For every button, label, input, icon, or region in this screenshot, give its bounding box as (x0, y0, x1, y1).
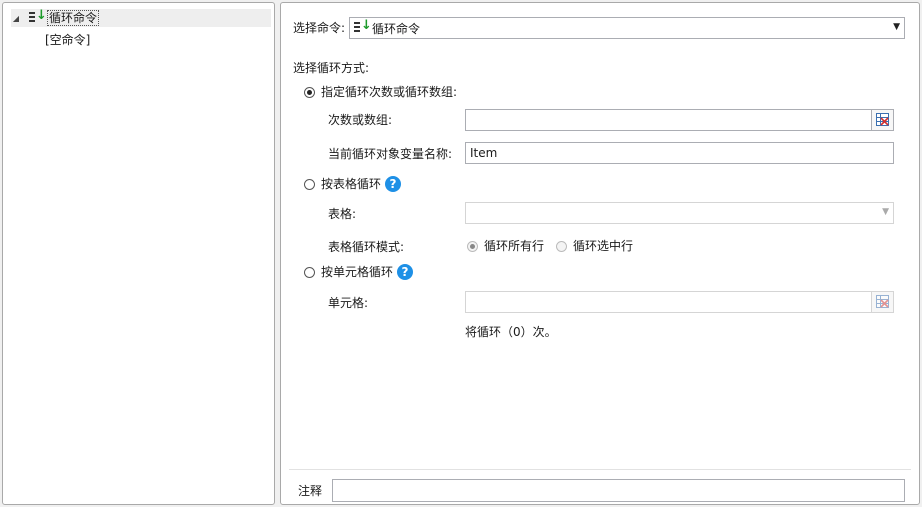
loop-mode-section-label: 选择循环方式: (293, 61, 370, 75)
notes-input[interactable] (332, 479, 905, 502)
loop-variable-input[interactable]: Item (465, 142, 894, 164)
select-command-label: 选择命令: (293, 21, 346, 35)
chevron-down-icon: ▼ (893, 22, 900, 32)
tree-item-label: 循环命令 (47, 10, 100, 26)
loop-command-icon: ↓ (354, 19, 372, 35)
cell-picker-icon (876, 295, 889, 308)
loop-by-count-radio[interactable]: 指定循环次数或循环数组: (304, 84, 457, 100)
command-tree-panel: ◢ ↓ 循环命令 [空命令] (2, 2, 275, 505)
divider (289, 469, 911, 470)
command-properties-panel: 选择命令: ↓ 循环命令 ▼ 选择循环方式: 指定循环次数或循环数组: 次数或数… (280, 2, 920, 505)
tree-item-label: [空命令] (45, 32, 91, 47)
radio-indicator[interactable] (556, 240, 567, 252)
loop-by-cell-label: 按单元格循环 (321, 265, 394, 279)
mode-selected-rows-label: 循环选中行 (573, 239, 634, 253)
tree-item-empty-command[interactable]: [空命令] (45, 30, 90, 48)
mode-all-rows-label: 循环所有行 (484, 239, 545, 253)
cell-label: 单元格: (328, 296, 369, 310)
loop-by-cell-radio[interactable]: 按单元格循环 ? (304, 264, 414, 280)
count-or-array-label: 次数或数组: (328, 113, 393, 127)
loop-by-count-label: 指定循环次数或循环数组: (321, 85, 458, 99)
loop-by-table-label: 按表格循环 (321, 177, 382, 191)
loop-variable-value: Item (470, 146, 498, 160)
loop-variable-label: 当前循环对象变量名称: (328, 147, 453, 161)
mode-selected-rows-radio[interactable]: 循环选中行 (556, 238, 633, 254)
radio-indicator[interactable] (304, 266, 315, 278)
table-loop-mode-label: 表格循环模式: (328, 240, 405, 254)
command-select-value: 循环命令 (372, 21, 421, 36)
mode-all-rows-radio[interactable]: 循环所有行 (467, 238, 544, 254)
loop-count-summary: 将循环（0）次。 (465, 325, 557, 339)
radio-indicator[interactable] (304, 178, 315, 190)
table-label: 表格: (328, 207, 357, 221)
count-or-array-input[interactable] (465, 109, 894, 131)
tree-item-loop-command[interactable]: ◢ ↓ 循环命令 (11, 9, 271, 27)
formula-picker-button[interactable] (871, 110, 893, 130)
loop-command-icon: ↓ (29, 9, 47, 25)
loop-by-table-radio[interactable]: 按表格循环 ? (304, 176, 402, 192)
help-icon[interactable]: ? (385, 176, 402, 192)
table-select[interactable]: ▼ (465, 202, 894, 224)
notes-label: 注释 (298, 484, 323, 498)
cell-input[interactable] (465, 291, 894, 313)
chevron-down-icon: ▼ (882, 207, 889, 217)
radio-indicator[interactable] (467, 240, 478, 252)
collapse-triangle-icon[interactable]: ◢ (11, 14, 21, 23)
help-icon[interactable]: ? (397, 264, 414, 280)
cell-picker-button[interactable] (871, 292, 893, 312)
command-select[interactable]: ↓ 循环命令 ▼ (349, 17, 905, 39)
radio-indicator[interactable] (304, 86, 315, 98)
cell-picker-icon (876, 113, 889, 126)
